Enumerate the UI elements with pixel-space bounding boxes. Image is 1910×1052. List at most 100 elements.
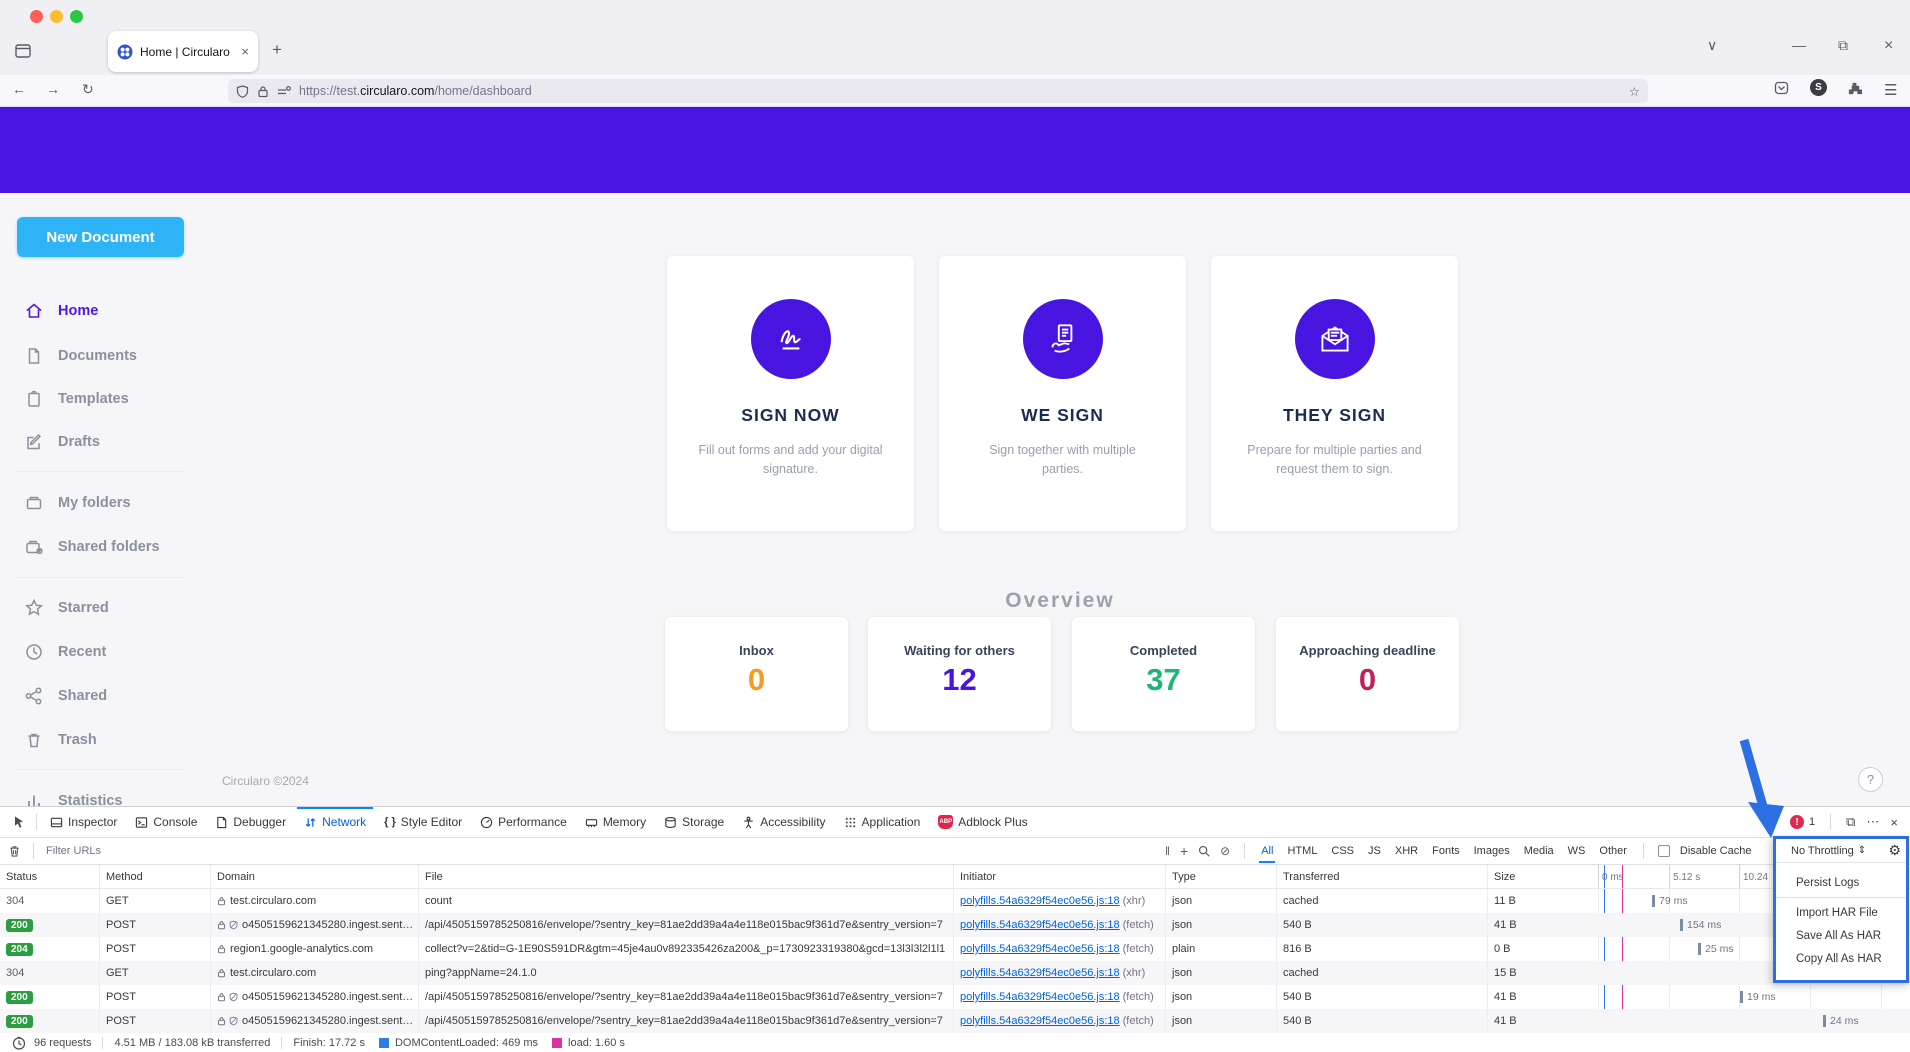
window-close-light[interactable]	[30, 10, 43, 23]
tracking-shield-icon[interactable]	[236, 85, 249, 98]
sidebar-item-shared[interactable]: Shared	[0, 678, 201, 714]
window-minimize-button[interactable]: —	[1792, 37, 1806, 53]
window-minimize-light[interactable]	[50, 10, 63, 23]
initiator-link[interactable]: polyfills.54a6329f54ec0e56.js:18	[960, 895, 1120, 907]
filter-css[interactable]: CSS	[1329, 844, 1356, 858]
tab-storage[interactable]: Storage	[655, 807, 733, 837]
back-button[interactable]: ←	[12, 81, 26, 97]
stat-card-deadline[interactable]: Approaching deadline 0	[1276, 617, 1459, 731]
column-method[interactable]: Method	[99, 865, 210, 888]
column-file[interactable]: File	[418, 865, 953, 888]
menu-item-import-har[interactable]: Import HAR File	[1776, 901, 1906, 924]
sidebar-item-trash[interactable]: Trash	[0, 722, 201, 758]
bookmark-star-icon[interactable]: ☆	[1629, 84, 1640, 99]
we-sign-card[interactable]: WE SIGN Sign together with multiple part…	[939, 256, 1186, 531]
pause-traffic-icon[interactable]: ‖	[1165, 844, 1170, 858]
sidebar-item-shared-folders[interactable]: Shared folders	[0, 529, 201, 565]
filter-all[interactable]: All	[1259, 844, 1275, 858]
column-initiator[interactable]: Initiator	[953, 865, 1165, 888]
app-menu-icon[interactable]: ☰	[1884, 81, 1897, 99]
menu-item-save-har[interactable]: Save All As HAR	[1776, 924, 1906, 947]
column-domain[interactable]: Domain	[210, 865, 418, 888]
throttling-dropdown[interactable]: No Throttling ⇕ ⚙	[1776, 839, 1906, 863]
forward-button[interactable]: →	[46, 81, 60, 97]
column-transferred[interactable]: Transferred	[1276, 865, 1487, 888]
column-type[interactable]: Type	[1165, 865, 1276, 888]
column-status[interactable]: Status	[0, 865, 99, 888]
performance-analysis-icon[interactable]	[12, 1036, 26, 1050]
filter-ws[interactable]: WS	[1566, 844, 1588, 858]
request-row[interactable]: 304 GET test.circularo.com count polyfil…	[0, 889, 1910, 913]
window-restore-button[interactable]: ⧉	[1838, 37, 1848, 54]
error-badge-icon[interactable]: !	[1790, 815, 1804, 829]
sidebar-item-recent[interactable]: Recent	[0, 634, 201, 670]
sidebar-item-my-folders[interactable]: My folders	[0, 485, 201, 521]
they-sign-card[interactable]: THEY SIGN Prepare for multiple parties a…	[1211, 256, 1458, 531]
tab-close-icon[interactable]: ×	[241, 44, 249, 59]
tab-application[interactable]: Application	[835, 807, 930, 837]
request-row[interactable]: 200 POST o4505159621345280.ingest.sent… …	[0, 1009, 1910, 1033]
tab-inspector[interactable]: Inspector	[41, 807, 126, 837]
request-row[interactable]: 204 POST region1.google-analytics.com co…	[0, 937, 1910, 961]
search-requests-icon[interactable]	[1198, 845, 1210, 857]
menu-item-copy-har[interactable]: Copy All As HAR	[1776, 947, 1906, 970]
tab-adblock-plus[interactable]: ABP Adblock Plus	[929, 807, 1036, 837]
tab-accessibility[interactable]: Accessibility	[733, 807, 834, 837]
new-tab-button[interactable]: +	[272, 40, 282, 60]
request-row[interactable]: 304 GET test.circularo.com ping?appName=…	[0, 961, 1910, 985]
request-row[interactable]: 200 POST o4505159621345280.ingest.sent… …	[0, 913, 1910, 937]
lock-icon[interactable]	[257, 85, 269, 98]
sidebar-item-starred[interactable]: Starred	[0, 590, 201, 626]
sidebar-item-home[interactable]: Home	[0, 293, 201, 329]
tab-network[interactable]: Network	[295, 807, 375, 837]
extension-s-badge-icon[interactable]: S	[1810, 79, 1827, 96]
sidebar-item-templates[interactable]: Templates	[0, 381, 201, 417]
filter-xhr[interactable]: XHR	[1393, 844, 1420, 858]
filter-media[interactable]: Media	[1522, 844, 1556, 858]
pick-element-icon[interactable]	[6, 815, 32, 829]
stat-card-inbox[interactable]: Inbox 0	[665, 617, 848, 731]
browser-tab[interactable]: Home | Circularo ×	[108, 31, 258, 72]
devtools-menu-icon[interactable]: ⋯	[1866, 814, 1879, 830]
har-gear-icon[interactable]: ⚙	[1888, 842, 1901, 859]
filter-fonts[interactable]: Fonts	[1430, 844, 1462, 858]
extensions-puzzle-icon[interactable]	[1847, 81, 1862, 96]
pocket-icon[interactable]	[1774, 81, 1789, 95]
filter-urls-input[interactable]	[46, 845, 196, 857]
firefox-view-icon[interactable]	[14, 42, 32, 60]
window-close-button[interactable]: ×	[1884, 37, 1893, 55]
window-zoom-light[interactable]	[70, 10, 83, 23]
url-bar[interactable]: https://test.circularo.com/home/dashboar…	[228, 79, 1648, 103]
filter-other[interactable]: Other	[1597, 844, 1629, 858]
sign-now-card[interactable]: SIGN NOW Fill out forms and add your dig…	[667, 256, 914, 531]
disable-cache-checkbox[interactable]	[1658, 845, 1670, 857]
block-requests-icon[interactable]: ⊘	[1220, 844, 1230, 858]
initiator-link[interactable]: polyfills.54a6329f54ec0e56.js:18	[960, 991, 1120, 1003]
help-button[interactable]: ?	[1858, 767, 1883, 792]
initiator-link[interactable]: polyfills.54a6329f54ec0e56.js:18	[960, 967, 1120, 979]
sidebar-item-documents[interactable]: Documents	[0, 338, 201, 374]
initiator-link[interactable]: polyfills.54a6329f54ec0e56.js:18	[960, 1015, 1120, 1027]
sidebar-item-drafts[interactable]: Drafts	[0, 424, 201, 460]
tab-debugger[interactable]: Debugger	[206, 807, 295, 837]
stat-card-waiting[interactable]: Waiting for others 12	[868, 617, 1051, 731]
permissions-icon[interactable]	[277, 85, 291, 97]
tab-performance[interactable]: Performance	[471, 807, 576, 837]
stat-card-completed[interactable]: Completed 37	[1072, 617, 1255, 731]
filter-images[interactable]: Images	[1472, 844, 1512, 858]
column-size[interactable]: Size	[1487, 865, 1593, 888]
clear-requests-icon[interactable]	[8, 844, 21, 858]
search-requests-plus-icon[interactable]: +	[1180, 843, 1188, 859]
initiator-link[interactable]: polyfills.54a6329f54ec0e56.js:18	[960, 943, 1120, 955]
filter-js[interactable]: JS	[1366, 844, 1383, 858]
sidebar-item-statistics[interactable]: Statistics	[0, 783, 201, 806]
request-row[interactable]: 200 POST o4505159621345280.ingest.sent… …	[0, 985, 1910, 1009]
devtools-close-icon[interactable]: ×	[1890, 815, 1898, 830]
reload-button[interactable]: ↻	[82, 81, 94, 98]
responsive-design-icon[interactable]: ⧉	[1846, 814, 1855, 830]
filter-html[interactable]: HTML	[1285, 844, 1319, 858]
menu-item-persist-logs[interactable]: Persist Logs	[1776, 871, 1906, 894]
disable-cache-label[interactable]: Disable Cache	[1680, 845, 1752, 857]
initiator-link[interactable]: polyfills.54a6329f54ec0e56.js:18	[960, 919, 1120, 931]
tab-memory[interactable]: Memory	[576, 807, 655, 837]
